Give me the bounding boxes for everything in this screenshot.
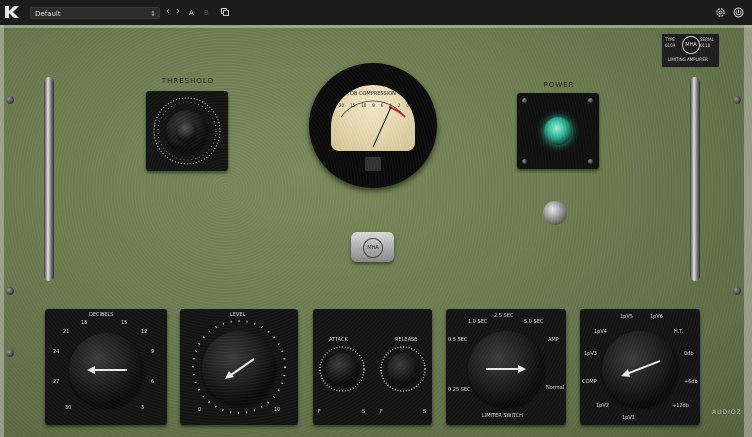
prev-preset-button[interactable]: ‹ xyxy=(166,6,170,18)
host-toolbar: Default ⇕ ‹ › A B xyxy=(0,0,752,26)
decibels-plate: DECIBELS 18 15 21 12 24 9 27 6 30 3 xyxy=(45,309,167,425)
arrow-right-icon xyxy=(486,365,526,373)
worn-edge-left xyxy=(0,25,4,437)
threshold-plate xyxy=(146,91,228,171)
threshold-knob-cap xyxy=(177,121,197,141)
copy-icon[interactable] xyxy=(221,8,229,16)
power-icon[interactable] xyxy=(733,7,744,18)
arrow-left-icon xyxy=(621,360,661,377)
threshold-label: THRESHOLD xyxy=(161,77,215,85)
meter-zero-adjust[interactable] xyxy=(365,157,381,171)
ab-b-indicator: B xyxy=(204,9,209,17)
preset-dropdown[interactable]: Default ⇕ xyxy=(30,7,160,19)
watermark: AUDIOZ xyxy=(712,409,742,416)
attack-knob[interactable] xyxy=(326,353,358,385)
worn-edge-top xyxy=(0,25,752,28)
chevron-updown-icon: ⇕ xyxy=(150,10,156,18)
gear-icon[interactable] xyxy=(715,7,726,18)
plate-screw xyxy=(522,159,527,164)
center-logo: MHA xyxy=(363,238,383,258)
decibels-label: DECIBELS xyxy=(89,312,114,318)
power-toggle-switch[interactable] xyxy=(543,201,567,225)
meter-needle xyxy=(372,106,392,148)
arrow-down-left-icon xyxy=(225,358,255,379)
rack-screw xyxy=(6,349,14,357)
vu-meter-face: DB COMPRESSION 20 15 10 8 6 4 2 0 xyxy=(331,85,415,151)
model-badge: TYPE 610A SERIAL 0118 MHA LIMITING AMPLI… xyxy=(661,33,720,68)
power-lamp xyxy=(544,117,572,145)
badge-logo: MHA xyxy=(682,36,700,54)
plate-screw xyxy=(522,98,527,103)
limiter-plate: 1.0 SEC 2.5 SEC 5.0 SEC 0.5 SEC AMP 0.25… xyxy=(446,309,566,425)
plate-screw xyxy=(588,159,593,164)
meter-scale xyxy=(340,100,406,148)
right-rack-handle xyxy=(690,77,700,281)
rack-screw xyxy=(733,96,741,104)
ab-toggle-button[interactable]: A xyxy=(189,7,194,19)
plugin-faceplate: THRESHOLD DB COMPRESSION 20 15 10 8 6 4 2 0 POW… xyxy=(0,25,752,437)
level-plate: LEVEL 0 10 xyxy=(180,309,298,425)
power-plate xyxy=(517,93,599,169)
rack-screw xyxy=(6,96,14,104)
rack-screw xyxy=(733,287,741,295)
arrow-left-icon xyxy=(87,366,127,374)
limiter-label: LIMITER SWITCH xyxy=(482,413,523,419)
center-logo-plate: MHA xyxy=(351,232,394,262)
preset-name: Default xyxy=(35,10,61,18)
plate-screw xyxy=(588,98,593,103)
host-logo-icon xyxy=(5,6,19,18)
decibels-knob[interactable] xyxy=(69,333,143,407)
meter-scale-labels: 20 15 10 8 6 4 2 0 xyxy=(339,103,409,108)
power-label: POWER xyxy=(543,81,575,89)
worn-edge-right xyxy=(744,25,752,437)
attack-release-plate: ATTACK RELEASE F S F S xyxy=(313,309,432,425)
ratio-plate: 1pV5 1pV6 1pV4 H.T. 1pV3 0db COMP +6db 1… xyxy=(580,309,700,425)
next-preset-button[interactable]: › xyxy=(176,6,180,18)
level-knob[interactable] xyxy=(202,331,276,405)
rack-screw xyxy=(6,287,14,295)
ratio-knob[interactable] xyxy=(602,331,678,407)
left-rack-handle xyxy=(44,77,54,281)
limiter-knob[interactable] xyxy=(468,331,544,407)
release-knob[interactable] xyxy=(387,353,419,385)
vu-meter-bezel: DB COMPRESSION 20 15 10 8 6 4 2 0 xyxy=(309,63,437,188)
